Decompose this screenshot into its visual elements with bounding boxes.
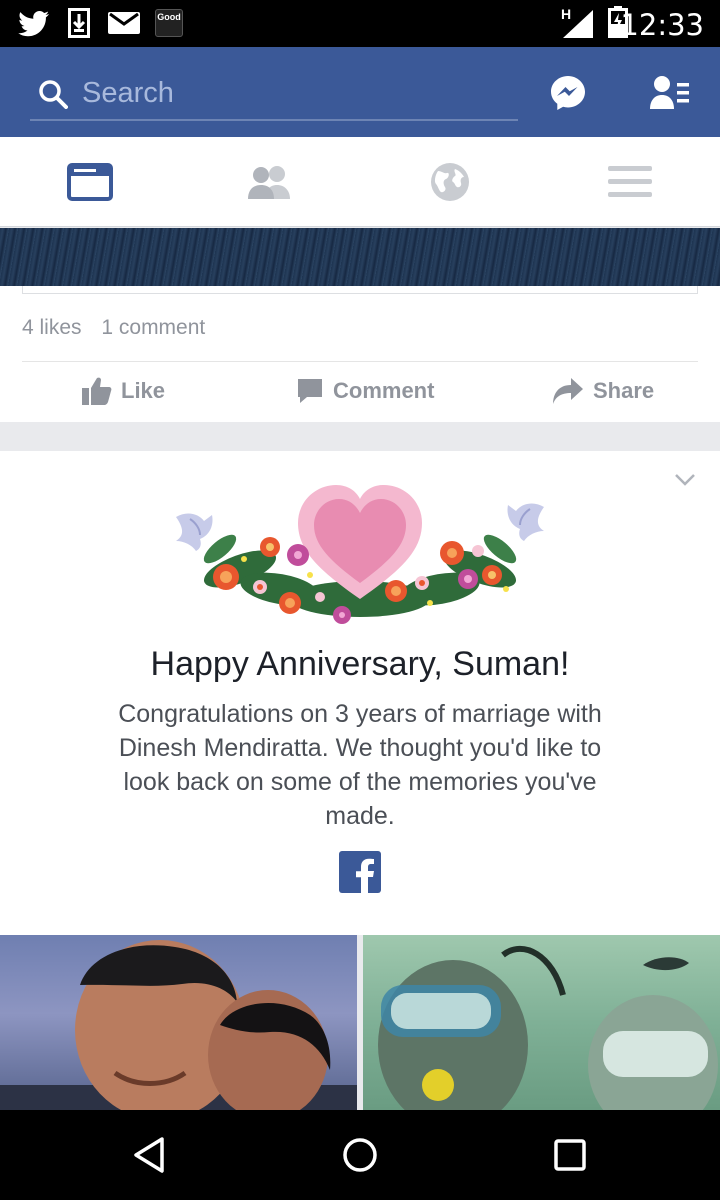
like-button[interactable]: Like xyxy=(82,373,165,409)
friends-icon xyxy=(248,166,290,199)
globe-icon xyxy=(431,163,469,201)
search-bar[interactable] xyxy=(30,69,518,121)
memory-photo-1[interactable] xyxy=(0,935,357,1110)
tab-notifications[interactable] xyxy=(360,137,540,227)
post-image[interactable] xyxy=(0,228,720,286)
tab-more[interactable] xyxy=(540,137,720,227)
recents-icon[interactable] xyxy=(550,1135,590,1175)
tab-bar xyxy=(0,137,720,227)
post-counts: 4 likes 1 comment xyxy=(22,316,219,340)
home-icon[interactable] xyxy=(340,1135,380,1175)
chevron-down-icon[interactable] xyxy=(674,473,696,487)
memory-photo-2[interactable] xyxy=(363,935,720,1110)
navigation-bar xyxy=(0,1110,720,1200)
gmail-icon xyxy=(108,12,140,34)
thumbs-up-icon xyxy=(82,377,112,405)
image-frame xyxy=(22,286,698,294)
comment-label: Comment xyxy=(333,378,435,403)
comment-button[interactable]: Comment xyxy=(296,373,434,409)
comment-icon xyxy=(298,379,322,403)
anniversary-card: Happy Anniversary, Suman! Congratulation… xyxy=(0,451,720,935)
anniversary-title: Happy Anniversary, Suman! xyxy=(150,645,570,683)
anniversary-message: Congratulations on 3 years of marriage w… xyxy=(118,700,602,830)
back-icon[interactable] xyxy=(130,1135,170,1175)
status-bar: Good H 12:33 xyxy=(0,0,720,47)
search-input[interactable] xyxy=(82,73,502,113)
clock: 12:33 xyxy=(620,8,704,42)
good-app-icon: Good xyxy=(155,9,183,37)
anniversary-illustration xyxy=(176,485,544,624)
share-icon xyxy=(553,378,583,404)
heart-icon xyxy=(298,485,422,599)
twitter-icon xyxy=(18,11,49,37)
dove-left-icon xyxy=(176,513,213,551)
news-feed-icon xyxy=(67,163,113,201)
signal-icon xyxy=(563,10,593,38)
search-icon xyxy=(39,80,68,109)
dove-right-icon xyxy=(507,503,544,541)
divider xyxy=(22,361,698,362)
tab-friends[interactable] xyxy=(180,137,360,227)
likes-count[interactable]: 4 likes xyxy=(22,316,82,339)
share-button[interactable]: Share xyxy=(552,373,654,409)
comments-count[interactable]: 1 comment xyxy=(101,316,205,339)
menu-icon xyxy=(608,166,652,197)
app-bar xyxy=(0,47,720,137)
share-label: Share xyxy=(593,378,655,403)
tab-news-feed[interactable] xyxy=(0,137,180,227)
friend-requests-icon[interactable] xyxy=(650,75,690,111)
download-icon xyxy=(68,8,90,38)
facebook-logo-icon xyxy=(339,851,381,893)
post-card: 4 likes 1 comment Like Comment Share xyxy=(0,228,720,422)
messenger-icon[interactable] xyxy=(550,75,586,111)
like-label: Like xyxy=(121,378,166,403)
